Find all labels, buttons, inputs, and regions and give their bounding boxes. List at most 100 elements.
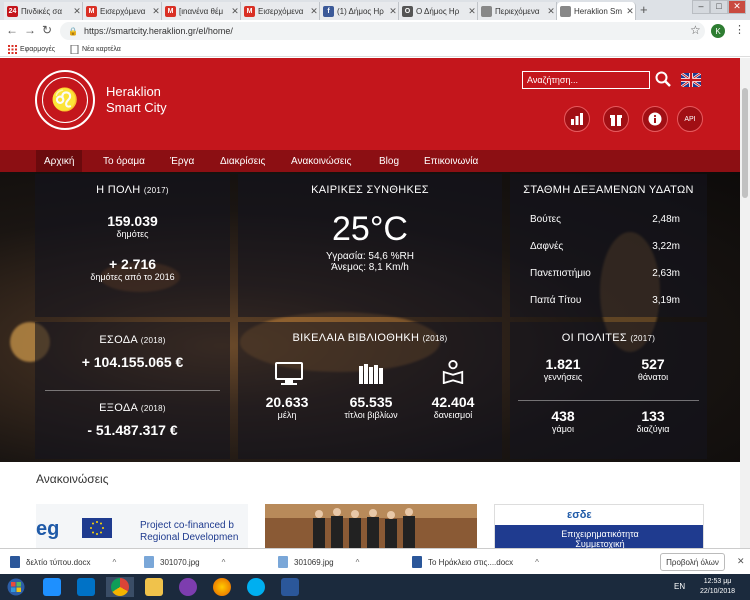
water-panel: ΣΤΑΘΜΗ ΔΕΞΑΜΕΝΩΝ ΥΔΑΤΩΝ Βούτες 2,48m Δαφνέ… (510, 174, 707, 317)
scrollbar-thumb[interactable] (742, 88, 748, 198)
browser-tab[interactable]: M Εισερχόμενα ✕ (241, 2, 320, 20)
taskbar-chrome[interactable] (106, 577, 134, 597)
address-bar[interactable]: 🔒 https://smartcity.heraklion.gr/el/home… (60, 22, 705, 40)
taskbar-outlook[interactable] (72, 577, 100, 597)
browser-tab[interactable]: 24 Πινδικές σα ✕ (4, 2, 83, 20)
nav-item[interactable]: Το όραμα (95, 150, 153, 172)
library-panel: ΒΙΚΕΛΑΙΑ ΒΙΒΛΙΟΘΗΚΗ (2018) 20.633 μέλη 6… (238, 322, 502, 459)
file-icon (278, 556, 288, 568)
apps-bookmark[interactable]: Εφαρμογές (8, 45, 55, 54)
star-icon[interactable]: ☆ (690, 23, 701, 37)
brand-name[interactable]: Heraklion Smart City (106, 84, 167, 116)
tab-close-icon[interactable]: ✕ (72, 6, 82, 17)
tab-close-icon[interactable]: ✕ (546, 6, 556, 17)
api-icon[interactable]: API (677, 106, 703, 132)
windows-logo-icon (7, 578, 25, 596)
taskbar-ie[interactable] (38, 577, 66, 597)
info-icon[interactable] (642, 106, 668, 132)
loans-value: 42.404 (431, 394, 475, 410)
browser-tab[interactable]: M Εισερχόμενα ✕ (83, 2, 162, 20)
announcement-card[interactable]: εσδε Επιχειρηματικότητα Συμμετοχική (494, 504, 704, 548)
firefox-icon (213, 578, 231, 596)
gift-icon[interactable] (603, 106, 629, 132)
wind-text: Άνεμος: 8,1 Km/h (331, 262, 409, 273)
chart-icon[interactable] (564, 106, 590, 132)
file-icon (144, 556, 154, 568)
close-downloads-icon[interactable]: ✕ (737, 556, 745, 567)
chevron-up-icon[interactable]: ^ (113, 558, 117, 567)
tab-close-icon[interactable]: ✕ (151, 6, 161, 17)
show-all-downloads-button[interactable]: Προβολή όλων (660, 553, 725, 571)
close-window-button[interactable]: ✕ (728, 0, 746, 14)
taskbar-word[interactable] (276, 577, 304, 597)
taskbar-viber[interactable] (174, 577, 202, 597)
file-icon (412, 556, 422, 568)
nav-item[interactable]: Blog (371, 150, 407, 172)
card-brand: εσδε (567, 509, 592, 521)
nav-item[interactable]: Ανακοινώσεις (283, 150, 359, 172)
nav-item[interactable]: Έργα (162, 150, 202, 172)
uk-flag-icon[interactable] (681, 73, 701, 87)
new-tab-button[interactable]: + (640, 2, 648, 17)
site-header: ♌ Heraklion Smart City API (0, 58, 740, 150)
minimize-button[interactable]: – (692, 0, 710, 14)
announcement-card[interactable]: eg Project co-financed b Regional Develo… (36, 504, 248, 548)
forward-icon[interactable]: → (24, 23, 36, 37)
tab-title: Εισερχόμενα (258, 6, 304, 16)
browser-tab[interactable]: Περιεχόμενα ✕ (478, 2, 557, 20)
tab-close-icon[interactable]: ✕ (230, 6, 240, 17)
titles-stat: 65.535 τίτλοι βιβλίων (330, 394, 412, 420)
page-scrollbar[interactable] (740, 58, 750, 548)
card-line2: Συμμετοχική (575, 539, 625, 548)
reservoir-name: Πανεπιστήμιο (530, 268, 591, 279)
browser-tab[interactable]: OΟ Δήμος Ηρ ✕ (399, 2, 478, 20)
weather-title: ΚΑΙΡΙΚΕΣ ΣΥΝΘΗΚΕΣ (311, 184, 429, 196)
search-icon[interactable] (655, 70, 671, 88)
maximize-button[interactable]: □ (710, 0, 728, 14)
nav-item[interactable]: Διακρίσεις (212, 150, 273, 172)
taskbar-explorer[interactable] (140, 577, 168, 597)
start-button[interactable] (2, 577, 30, 597)
menu-icon[interactable]: ⋮ (734, 23, 745, 36)
download-item[interactable]: 301070.jpg ^ (144, 554, 225, 570)
divider (45, 390, 220, 391)
nav-item[interactable]: Επικοινωνία (416, 150, 486, 172)
taskbar-firefox[interactable] (208, 577, 236, 597)
divider (518, 400, 699, 401)
system-clock[interactable]: 12:53 μμ 22/10/2018 (700, 577, 735, 597)
announcement-card[interactable] (265, 504, 477, 548)
reservoir-level: 2,48m (652, 214, 680, 225)
tab-close-icon[interactable]: ✕ (625, 6, 635, 17)
nav-item[interactable]: Αρχική (36, 150, 83, 172)
loans-stat: 42.404 δανεισμοί (418, 394, 488, 420)
profile-avatar[interactable]: K (711, 24, 725, 38)
language-indicator[interactable]: EN (674, 582, 685, 591)
finance-panel: ΕΣΟΔΑ (2018) + 104.155.065 € ΕΞΟΔΑ (2018… (35, 322, 230, 459)
download-item[interactable]: δελτίο τύπου.docx ^ (10, 554, 116, 570)
download-filename: δελτίο τύπου.docx (26, 557, 91, 567)
reload-icon[interactable]: ↻ (42, 23, 52, 37)
word-icon (281, 578, 299, 596)
search-input[interactable] (522, 71, 650, 89)
heraklion-logo[interactable]: ♌ (35, 70, 95, 130)
chevron-up-icon[interactable]: ^ (222, 558, 226, 567)
bookmark-label: Νέα καρτέλα (82, 46, 121, 53)
tab-title: Εισερχόμενα (100, 6, 146, 16)
tab-close-icon[interactable]: ✕ (388, 6, 398, 17)
browser-tab[interactable]: M [ιnανένα θέμ ✕ (162, 2, 241, 20)
taskbar-skype[interactable] (242, 577, 270, 597)
download-item[interactable]: Το Ηράκλειο στις....docx ^ (412, 554, 539, 570)
chevron-up-icon[interactable]: ^ (356, 558, 360, 567)
tab-close-icon[interactable]: ✕ (467, 6, 477, 17)
city-title: Η ΠΟΛΗ (2017) (96, 184, 169, 196)
bookmark-item[interactable]: Νέα καρτέλα (70, 45, 121, 54)
card-line1: Επιχειρηματικότητα (561, 529, 639, 539)
browser-tab[interactable]: Heraklion Sm ✕ (557, 2, 636, 20)
back-icon[interactable]: ← (6, 23, 18, 37)
download-item[interactable]: 301069.jpg ^ (278, 554, 359, 570)
chevron-up-icon[interactable]: ^ (535, 558, 539, 567)
reservoir-level: 3,22m (652, 241, 680, 252)
tab-close-icon[interactable]: ✕ (309, 6, 319, 17)
lion-icon: ♌ (42, 77, 88, 123)
browser-tab[interactable]: f (1) Δήμος Ηρ ✕ (320, 2, 399, 20)
